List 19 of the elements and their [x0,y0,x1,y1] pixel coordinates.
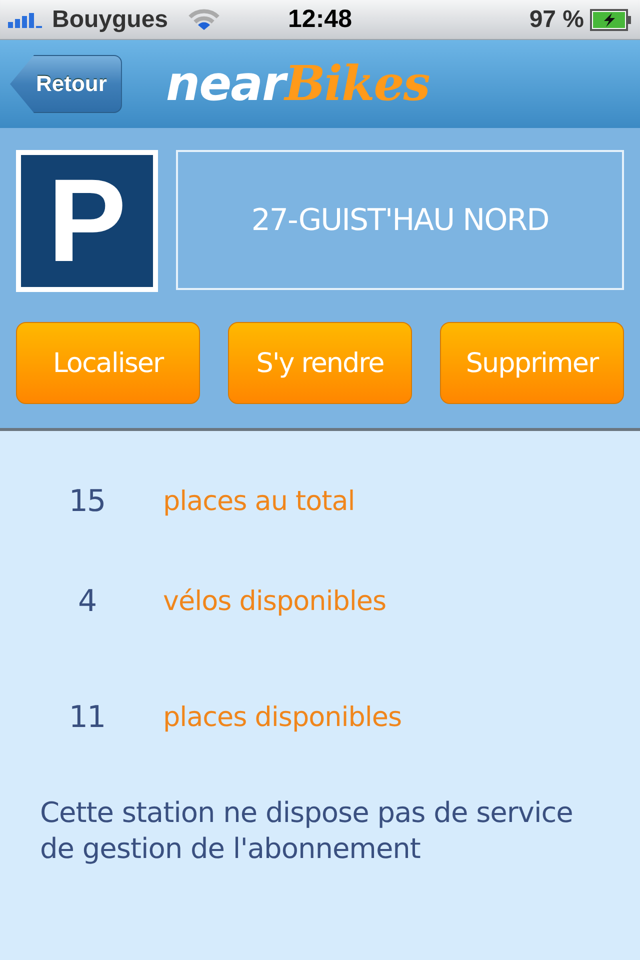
clock-time: 12:48 [288,5,352,34]
wifi-icon [188,8,220,32]
carrier-name: Bouygues [52,6,168,34]
action-button[interactable]: Localiser [16,322,200,404]
battery-icon [590,8,632,30]
stat-value: 4 [76,584,98,618]
parking-sign: P [16,150,158,292]
action-button[interactable]: Supprimer [440,322,624,404]
stat-value: 11 [68,700,106,734]
station-name: 27-GUIST'HAU NORD [176,150,624,290]
battery-percentage: 97 % [529,6,584,34]
stat-label: places disponibles [163,702,402,732]
stat-label: places au total [163,486,355,516]
stat-value: 15 [68,484,106,518]
info-text: Cette station ne dispose pas de service de gestion de l'abonnement [40,795,574,867]
action-button[interactable]: S'y rendre [228,322,412,404]
stat-label: vélos disponibles [163,586,386,616]
back-button[interactable]: Retour [10,55,122,113]
app-logo: nearBikes [166,56,430,112]
